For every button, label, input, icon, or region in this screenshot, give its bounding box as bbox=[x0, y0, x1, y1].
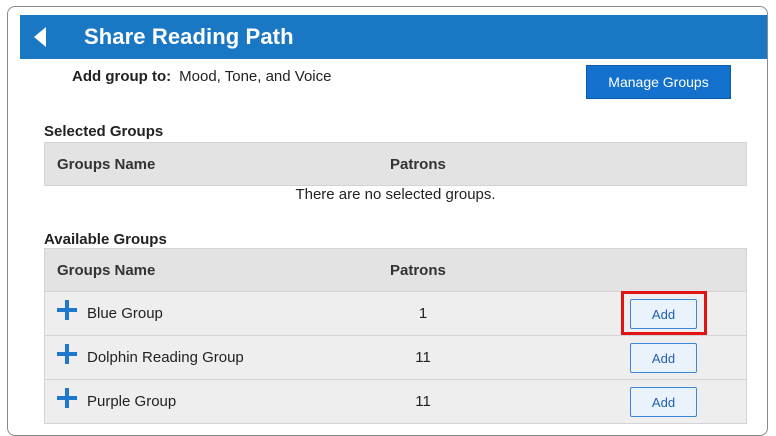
available-groups-table: Groups Name Patrons Blue Group 1 Add Dol… bbox=[44, 248, 747, 424]
table-row: Dolphin Reading Group 11 Add bbox=[44, 336, 747, 380]
empty-selected-message: There are no selected groups. bbox=[295, 186, 496, 203]
plus-icon[interactable] bbox=[57, 300, 77, 320]
plus-icon[interactable] bbox=[57, 388, 77, 408]
table-header: Groups Name Patrons bbox=[44, 248, 747, 292]
dialog-title: Share Reading Path bbox=[84, 24, 294, 49]
group-name: Blue Group bbox=[87, 305, 163, 322]
reading-path-name: Mood, Tone, and Voice bbox=[179, 68, 332, 85]
add-button[interactable]: Add bbox=[630, 343, 697, 373]
column-header-groups-name: Groups Name bbox=[57, 156, 156, 173]
column-header-patrons: Patrons bbox=[390, 156, 446, 173]
group-name: Dolphin Reading Group bbox=[87, 349, 244, 366]
column-header-groups-name: Groups Name bbox=[57, 262, 156, 279]
add-button[interactable]: Add bbox=[630, 387, 697, 417]
title-bar: Share Reading Path bbox=[20, 15, 767, 59]
group-name: Purple Group bbox=[87, 393, 177, 410]
selected-groups-table: Groups Name Patrons bbox=[44, 142, 747, 186]
add-group-to-label: Add group to: bbox=[72, 68, 172, 85]
add-group-to-row: Add group to: Mood, Tone, and Voice bbox=[72, 68, 331, 85]
table-row: Purple Group 11 Add bbox=[44, 380, 747, 424]
add-button[interactable]: Add bbox=[630, 299, 697, 329]
table-row: Blue Group 1 Add bbox=[44, 291, 747, 336]
plus-icon[interactable] bbox=[57, 344, 77, 364]
selected-groups-label: Selected Groups bbox=[44, 123, 164, 140]
manage-groups-button[interactable]: Manage Groups bbox=[586, 65, 731, 99]
table-header: Groups Name Patrons bbox=[44, 142, 747, 186]
back-arrow-icon[interactable] bbox=[34, 27, 46, 47]
available-groups-label: Available Groups bbox=[44, 231, 167, 248]
column-header-patrons: Patrons bbox=[390, 262, 446, 279]
